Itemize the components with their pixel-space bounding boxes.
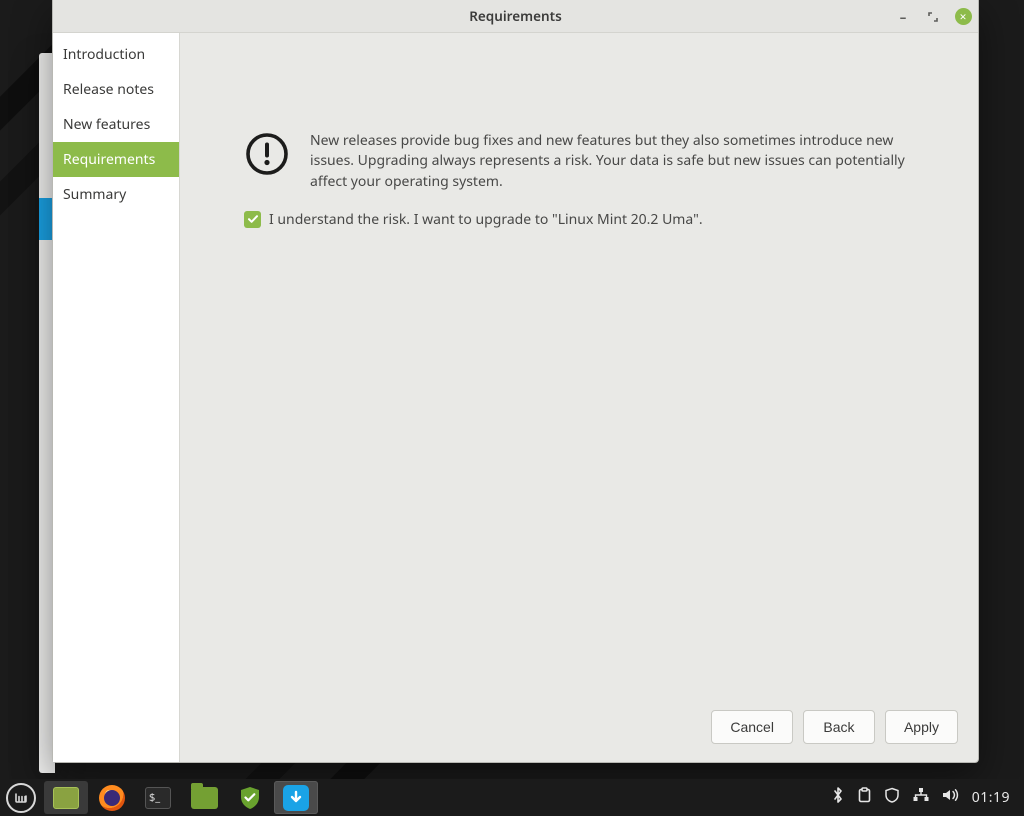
- sidebar-item-requirements[interactable]: Requirements: [53, 142, 179, 177]
- taskbar-launcher-file-manager[interactable]: [182, 781, 226, 814]
- taskbar-launcher-firefox[interactable]: [90, 781, 134, 814]
- cancel-button[interactable]: Cancel: [711, 710, 793, 744]
- wizard-footer: Cancel Back Apply: [180, 694, 978, 762]
- close-button[interactable]: [954, 8, 972, 26]
- maximize-button[interactable]: [924, 8, 942, 26]
- taskbar: $_ 01:19: [0, 779, 1024, 816]
- wizard-steps-sidebar: Introduction Release notes New features …: [53, 33, 180, 762]
- taskbar-left: $_: [6, 781, 318, 814]
- taskbar-launcher-shield[interactable]: [228, 781, 272, 814]
- taskbar-clock[interactable]: 01:19: [972, 788, 1010, 807]
- taskbar-launcher-downloader[interactable]: [274, 781, 318, 814]
- wizard-content: New releases provide bug fixes and new f…: [180, 33, 978, 762]
- sidebar-item-new-features[interactable]: New features: [53, 107, 179, 142]
- start-menu-button[interactable]: [6, 783, 36, 813]
- back-button[interactable]: Back: [803, 710, 875, 744]
- confirm-checkbox[interactable]: [244, 211, 261, 228]
- warning-block: New releases provide bug fixes and new f…: [244, 131, 916, 192]
- download-icon: [283, 785, 309, 811]
- network-tray-icon[interactable]: [912, 787, 930, 808]
- folder-icon: [191, 787, 218, 809]
- system-tray: 01:19: [831, 787, 1018, 808]
- confirm-label[interactable]: I understand the risk. I want to upgrade…: [269, 210, 703, 229]
- firefox-icon: [99, 785, 125, 811]
- warning-icon: [244, 131, 290, 182]
- files-icon: [53, 787, 79, 809]
- warning-text: New releases provide bug fixes and new f…: [310, 131, 916, 192]
- taskbar-launcher-terminal[interactable]: $_: [136, 781, 180, 814]
- taskbar-launcher-files[interactable]: [44, 781, 88, 814]
- dialog-body: Introduction Release notes New features …: [53, 33, 978, 762]
- clipboard-tray-icon[interactable]: [857, 787, 872, 808]
- window-title: Requirements: [53, 7, 978, 25]
- confirm-row: I understand the risk. I want to upgrade…: [244, 210, 956, 229]
- shield-icon: [237, 785, 263, 811]
- security-tray-icon[interactable]: [884, 787, 900, 808]
- sidebar-item-release-notes[interactable]: Release notes: [53, 72, 179, 107]
- upgrade-wizard-window: Requirements Introduction Release notes …: [52, 0, 979, 763]
- apply-button[interactable]: Apply: [885, 710, 958, 744]
- bluetooth-tray-icon[interactable]: [831, 787, 845, 808]
- window-controls: [894, 0, 972, 33]
- sound-tray-icon[interactable]: [942, 787, 960, 808]
- minimize-button[interactable]: [894, 8, 912, 26]
- sidebar-item-introduction[interactable]: Introduction: [53, 37, 179, 72]
- sidebar-item-summary[interactable]: Summary: [53, 177, 179, 212]
- terminal-icon: $_: [145, 787, 171, 809]
- titlebar[interactable]: Requirements: [53, 0, 978, 33]
